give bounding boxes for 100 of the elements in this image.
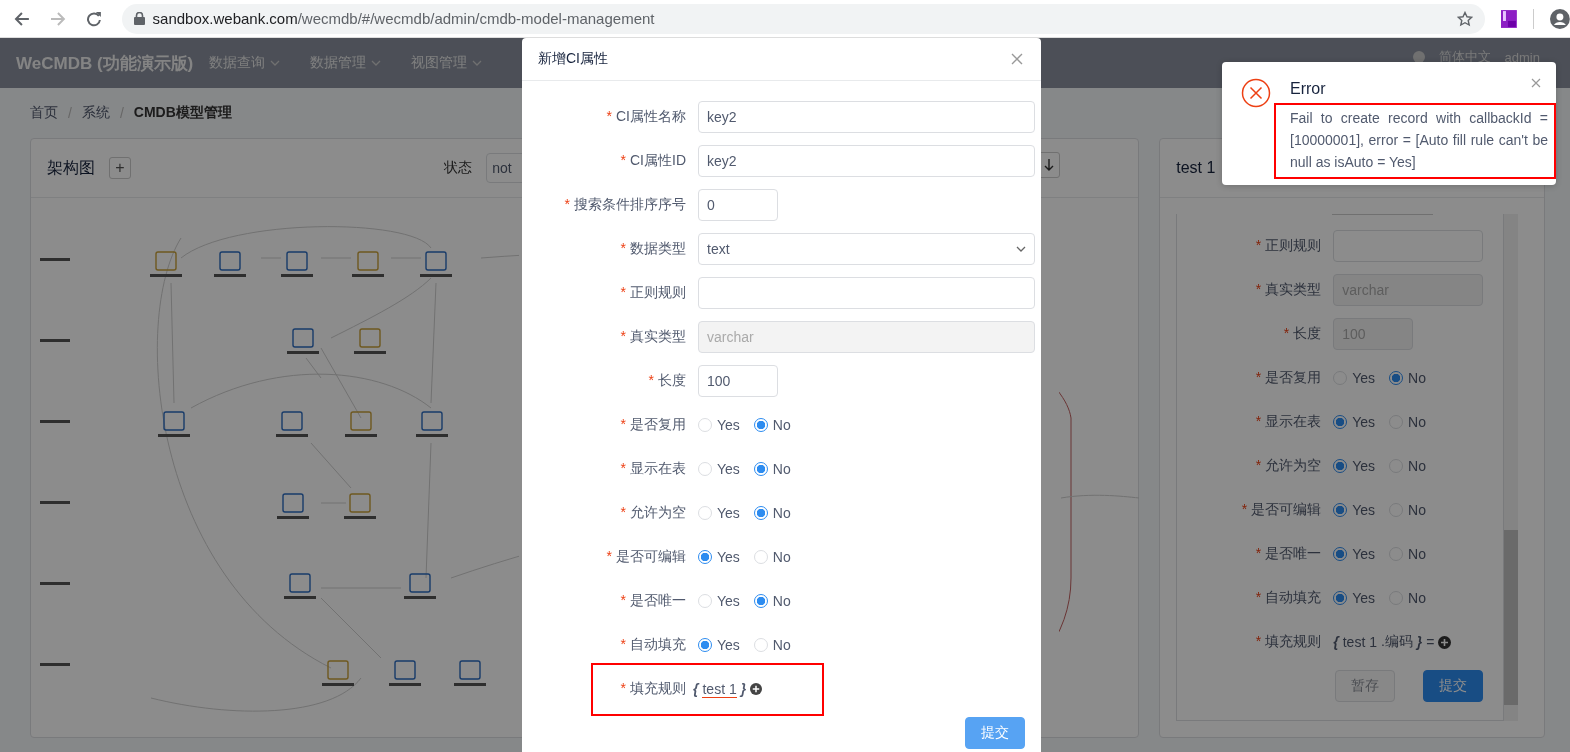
radio-label: No	[772, 505, 791, 521]
required-mark: *	[1255, 237, 1262, 253]
required-mark: *	[620, 504, 626, 520]
radio-button[interactable]	[753, 462, 768, 476]
globe-icon	[1412, 51, 1425, 63]
radio-button[interactable]	[698, 550, 712, 564]
extension-icon[interactable]	[1501, 9, 1518, 28]
add-button[interactable]: +	[109, 157, 131, 179]
submit-button[interactable]: 提交	[1423, 670, 1483, 702]
status-label: 状态	[444, 159, 473, 177]
radio-button[interactable]	[1333, 503, 1348, 517]
field-label: 自动填充	[630, 636, 686, 652]
forward-icon[interactable]	[49, 10, 66, 27]
required-mark: *	[620, 152, 626, 168]
caret-icon	[472, 60, 483, 66]
radio-option[interactable]: No	[1389, 414, 1426, 430]
radio-button[interactable]	[753, 418, 768, 432]
submit-button[interactable]: 提交	[965, 717, 1025, 749]
close-icon[interactable]	[1531, 78, 1541, 88]
radio-option[interactable]: Yes	[1333, 370, 1376, 386]
radio-button[interactable]	[1333, 415, 1348, 429]
required-mark: *	[1255, 413, 1262, 429]
notification-message: Fail to create record with callbackId = [10000001], error = [Auto fill rule can't be null as isAuto = Yes]	[1274, 103, 1556, 179]
radio-label: Yes	[717, 549, 740, 565]
radio-option[interactable]: Yes	[698, 461, 740, 477]
brace: {	[1333, 634, 1339, 650]
radio-label: No	[772, 549, 791, 565]
radio-option[interactable]: No	[753, 637, 791, 653]
radio-label: No	[1408, 370, 1426, 386]
select-field[interactable]: text	[698, 233, 1035, 265]
rule-operator: =	[1426, 634, 1435, 650]
radio-option[interactable]: Yes	[698, 417, 740, 433]
radio-option[interactable]: No	[1389, 370, 1426, 386]
radio-option[interactable]: Yes	[1333, 502, 1376, 518]
address-bar[interactable]: sandbox.webank.com/wecmdb/#/wecmdb/admin/cmdb-model-management	[121, 3, 1486, 34]
radio-option[interactable]: Yes	[698, 549, 740, 565]
required-mark: *	[620, 680, 626, 696]
breadcrumb-separator: /	[68, 105, 72, 121]
field-label: 搜索条件排序序号	[574, 196, 686, 212]
add-circle-icon[interactable]	[1438, 635, 1452, 649]
radio-option[interactable]: No	[1389, 502, 1426, 518]
input-field[interactable]: varchar	[698, 321, 1035, 353]
radio-option[interactable]: No	[1389, 590, 1426, 606]
breadcrumb-separator: /	[119, 105, 124, 121]
radio-button[interactable]	[753, 594, 768, 608]
field-label: 长度	[1293, 325, 1322, 341]
radio-option[interactable]: Yes	[698, 593, 740, 609]
radio-button[interactable]	[1333, 547, 1348, 561]
radio-label: No	[1408, 546, 1426, 562]
field-label: 长度	[658, 372, 686, 388]
input-field[interactable]: key2	[698, 145, 1035, 177]
radio-option[interactable]: No	[753, 593, 791, 609]
down-arrow-icon	[1044, 159, 1055, 171]
star-icon[interactable]	[1457, 10, 1474, 27]
field-label: 是否可编辑	[616, 548, 686, 564]
radio-button[interactable]	[1389, 371, 1404, 385]
back-icon[interactable]	[14, 10, 30, 27]
radio-option[interactable]: No	[753, 549, 791, 565]
input-field[interactable]: key2	[698, 101, 1035, 133]
required-mark: *	[620, 460, 626, 476]
radio-option[interactable]: No	[753, 461, 791, 477]
field-label: 显示在表	[1265, 413, 1322, 429]
radio-button[interactable]	[698, 638, 712, 652]
radio-button[interactable]	[1333, 591, 1348, 605]
radio-button[interactable]	[753, 506, 768, 520]
radio-option[interactable]: No	[753, 505, 791, 521]
required-mark: *	[1255, 633, 1262, 649]
breadcrumb-item[interactable]: 首页	[30, 104, 58, 122]
radio-option[interactable]: No	[753, 417, 791, 433]
radio-button[interactable]	[1333, 459, 1348, 473]
radio-label: Yes	[1352, 590, 1376, 606]
radio-option[interactable]: Yes	[1333, 590, 1376, 606]
rule-token[interactable]: test 1	[1342, 634, 1377, 650]
reload-icon[interactable]	[85, 10, 102, 27]
required-mark: *	[564, 196, 570, 212]
brace: {	[693, 681, 699, 697]
input-field[interactable]	[698, 277, 1035, 309]
radio-option[interactable]: Yes	[1333, 546, 1376, 562]
add-circle-icon[interactable]	[750, 683, 763, 695]
profile-icon[interactable]	[1550, 8, 1570, 29]
radio-option[interactable]: Yes	[698, 637, 740, 653]
required-mark: *	[1255, 457, 1262, 473]
radio-option[interactable]: Yes	[1333, 414, 1376, 430]
radio-option[interactable]: Yes	[1333, 458, 1376, 474]
close-icon[interactable]	[1011, 53, 1023, 65]
rule-token[interactable]: .编码	[1380, 633, 1413, 651]
required-mark: *	[620, 592, 626, 608]
radio-option[interactable]: No	[1389, 458, 1426, 474]
radio-option[interactable]: Yes	[698, 505, 740, 521]
rule-token[interactable]: test 1	[702, 680, 737, 698]
required-mark: *	[1255, 369, 1262, 385]
required-mark: *	[620, 328, 626, 344]
scrollbar[interactable]	[1504, 214, 1518, 721]
input-field[interactable]: 100	[698, 365, 778, 397]
input-field[interactable]: 0	[698, 189, 778, 221]
radio-option[interactable]: No	[1389, 546, 1426, 562]
breadcrumb-item[interactable]: 系统	[81, 104, 110, 122]
notification-title: Error	[1290, 80, 1326, 98]
chevron-down-icon	[1016, 246, 1026, 252]
radio-label: Yes	[717, 637, 740, 653]
